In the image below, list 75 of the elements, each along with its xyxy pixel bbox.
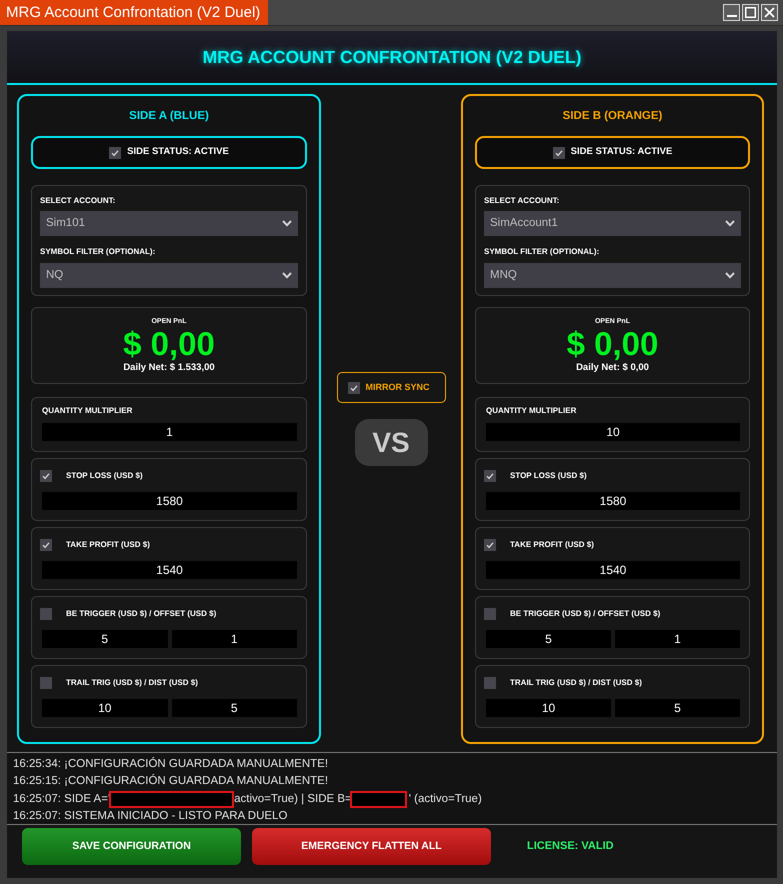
status-label: SIDE STATUS: ACTIVE (570, 145, 672, 160)
side-title: SIDE A (BLUE) (128, 109, 210, 124)
value-input[interactable]: 10 (486, 699, 611, 717)
checkbox[interactable] (484, 539, 496, 551)
checkbox[interactable] (552, 146, 565, 158)
field-label: SYMBOL FILTER (OPTIONAL): (484, 246, 600, 258)
value-input[interactable]: 1 (615, 630, 740, 648)
redaction-mark (350, 790, 407, 808)
pnl-value: $ 0,00 (122, 327, 216, 361)
value-input[interactable]: 1 (172, 630, 297, 648)
minimize-icon (726, 15, 736, 17)
daily-net: Daily Net: $ 1.533,00 (122, 361, 216, 375)
license-status: LICENSE: VALID (527, 839, 614, 854)
window-title: MRG Account Confrontation (V2 Duel) (0, 0, 268, 25)
chevron-down-icon (725, 272, 735, 279)
log-line: 16:25:07: SISTEMA INICIADO - LISTO PARA DUELO (13, 808, 288, 824)
setting-label: BE TRIGGER (USD $) / OFFSET (USD $) (510, 608, 660, 620)
chevron-down-icon (282, 220, 292, 227)
value-input[interactable]: 5 (486, 630, 611, 648)
checkbox[interactable] (484, 608, 496, 620)
value-input[interactable]: 10 (486, 423, 740, 441)
value-input[interactable]: 5 (172, 699, 297, 717)
checkbox[interactable] (40, 539, 52, 551)
account-dropdown[interactable]: Sim101 (40, 211, 298, 236)
chevron-down-icon (725, 220, 735, 227)
checkbox[interactable] (40, 608, 52, 620)
value-input[interactable]: 1540 (486, 561, 740, 579)
account-dropdown[interactable]: SimAccount1 (484, 211, 741, 236)
chevron-down-icon (282, 272, 292, 279)
field-label: SELECT ACCOUNT: (484, 195, 560, 207)
setting-label: STOP LOSS (USD $) (66, 470, 143, 482)
setting-label: QUANTITY MULTIPLIER (486, 405, 578, 417)
checkbox[interactable] (40, 677, 52, 689)
value-input[interactable]: 1580 (42, 492, 297, 510)
value-input[interactable]: 5 (42, 630, 168, 648)
daily-net: Daily Net: $ 0,00 (575, 361, 650, 375)
setting-label: TRAIL TRIG (USD $) / DIST (USD $) (66, 677, 198, 689)
setting-label: BE TRIGGER (USD $) / OFFSET (USD $) (66, 608, 216, 620)
mirror-sync-label: MIRROR SYNC (366, 380, 430, 394)
setting-label: TRAIL TRIG (USD $) / DIST (USD $) (510, 677, 642, 689)
field-label: SYMBOL FILTER (OPTIONAL): (40, 246, 156, 258)
setting-label: TAKE PROFIT (USD $) (66, 539, 150, 551)
checkbox[interactable] (109, 146, 122, 158)
value-input[interactable]: 10 (42, 699, 168, 717)
save-configuration-button[interactable]: SAVE CONFIGURATION (22, 828, 241, 865)
value-input[interactable]: 1 (42, 423, 297, 441)
symbol-dropdown[interactable]: MNQ (484, 263, 741, 288)
checkbox[interactable] (348, 382, 360, 394)
value-input[interactable]: 1540 (42, 561, 297, 579)
value-input[interactable]: 5 (615, 699, 740, 717)
checkbox[interactable] (484, 470, 496, 482)
setting-label: TAKE PROFIT (USD $) (510, 539, 594, 551)
value-input[interactable]: 1580 (486, 492, 740, 510)
maximize-button[interactable] (742, 4, 759, 21)
close-button[interactable] (761, 4, 778, 21)
log-text: 16:25:07: SIDE A=' (13, 792, 110, 807)
vs-badge: VS (354, 419, 428, 466)
log-line: 16:25:15: ¡CONFIGURACIÓN GUARDADA MANUALMENTE! (13, 773, 330, 790)
close-icon (764, 7, 775, 18)
checkbox[interactable] (484, 677, 496, 689)
setting-label: STOP LOSS (USD $) (510, 470, 587, 482)
symbol-dropdown[interactable]: NQ (40, 263, 298, 288)
log-text: ' (activo=True) (408, 792, 482, 807)
checkbox[interactable] (40, 470, 52, 482)
emergency-flatten-button[interactable]: EMERGENCY FLATTEN ALL (252, 828, 491, 865)
app-title: MRG ACCOUNT CONFRONTATION (V2 DUEL) (202, 46, 582, 68)
side-title: SIDE B (ORANGE) (562, 109, 664, 124)
log-line: 16:25:34: ¡CONFIGURACIÓN GUARDADA MANUALMENTE! (13, 756, 330, 772)
log-text: activo=True) | SIDE B= (234, 792, 352, 807)
setting-label: QUANTITY MULTIPLIER (42, 405, 134, 417)
pnl-value: $ 0,00 (566, 327, 660, 361)
minimize-button[interactable] (723, 4, 740, 21)
field-label: SELECT ACCOUNT: (40, 195, 116, 207)
status-label: SIDE STATUS: ACTIVE (127, 145, 229, 160)
maximize-icon (745, 7, 756, 18)
